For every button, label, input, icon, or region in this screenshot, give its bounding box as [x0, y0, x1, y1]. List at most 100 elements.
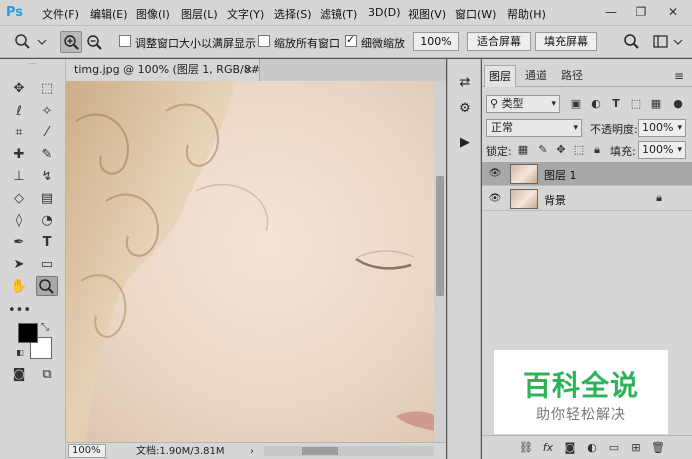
- tab-paths[interactable]: 路径: [556, 65, 588, 87]
- fill-field[interactable]: 100% ▾: [638, 141, 686, 159]
- fit-screen-button[interactable]: 适合屏幕: [467, 32, 531, 51]
- scrubby-zoom-checkbox[interactable]: [345, 33, 357, 47]
- zoom-all-windows-label: 缩放所有窗口: [274, 37, 340, 50]
- eyedropper-tool-icon[interactable]: ⁄: [36, 123, 58, 143]
- menu-type[interactable]: 文字(Y): [227, 6, 264, 22]
- delete-layer-icon[interactable]: 🗑︎: [650, 440, 666, 456]
- pen-tool-icon[interactable]: ✒: [8, 233, 30, 253]
- fill-label: 填充:: [610, 145, 636, 158]
- visibility-eye-icon[interactable]: 👁︎: [488, 192, 502, 206]
- zoom-tool-preset-picker[interactable]: [12, 32, 50, 52]
- document-tab[interactable]: timg.jpg @ 100% (图层 1, RGB/8#) * ×: [66, 59, 273, 81]
- history-brush-tool-icon[interactable]: ↯: [36, 167, 58, 187]
- canvas[interactable]: [66, 81, 434, 442]
- resize-windows-checkbox[interactable]: [119, 35, 131, 47]
- swap-colors-icon[interactable]: ⤡: [38, 321, 52, 335]
- filter-shape-icon[interactable]: ⬚: [628, 96, 644, 112]
- healing-brush-tool-icon[interactable]: ✚: [8, 145, 30, 165]
- vertical-scrollbar[interactable]: [434, 81, 446, 442]
- lock-position-icon[interactable]: ✥: [554, 143, 568, 157]
- chevron-down-icon: ▾: [573, 123, 578, 133]
- filter-type-icon[interactable]: T: [608, 96, 624, 112]
- actions-play-icon[interactable]: ▶: [454, 133, 476, 153]
- adjustment-layer-icon[interactable]: ◐: [584, 440, 600, 456]
- marquee-tool-icon[interactable]: ⬚: [36, 79, 58, 99]
- crop-tool-icon[interactable]: ⌗: [8, 123, 30, 143]
- restore-button[interactable]: ❐: [630, 3, 652, 21]
- horizontal-scroll-thumb[interactable]: [302, 447, 338, 455]
- menu-help[interactable]: 帮助(H): [507, 6, 546, 22]
- gradient-tool-icon[interactable]: ▤: [36, 189, 58, 209]
- hand-tool-icon[interactable]: ✋: [8, 277, 30, 297]
- default-colors-icon[interactable]: ◧: [14, 347, 26, 359]
- blend-mode-select[interactable]: 正常 ▾: [486, 119, 582, 137]
- filter-smart-object-icon[interactable]: ▦: [648, 96, 664, 112]
- horizontal-scrollbar[interactable]: [264, 446, 434, 456]
- layer-name: 图层 1: [544, 169, 577, 182]
- zoom-out-button[interactable]: [83, 31, 105, 53]
- menu-select[interactable]: 选择(S): [274, 6, 312, 22]
- tab-layers[interactable]: 图层: [484, 65, 516, 87]
- search-button[interactable]: [622, 32, 640, 52]
- add-mask-icon[interactable]: ◙: [562, 440, 578, 456]
- photo-image: [66, 81, 434, 442]
- tab-channels[interactable]: 通道: [520, 65, 552, 87]
- history-panel-icon[interactable]: ⇄: [454, 73, 476, 93]
- minimize-button[interactable]: —: [600, 3, 622, 21]
- doc-info-menu-arrow-icon[interactable]: ›: [250, 444, 254, 459]
- rectangle-tool-icon[interactable]: ▭: [36, 255, 58, 275]
- lock-image-icon[interactable]: ✎: [536, 143, 550, 157]
- type-tool-icon[interactable]: T: [36, 233, 58, 253]
- vertical-scroll-thumb[interactable]: [436, 176, 444, 296]
- workspace-switcher[interactable]: [652, 32, 686, 52]
- tools-panel-grip[interactable]: ⋯: [8, 60, 58, 68]
- menu-filter[interactable]: 滤镜(T): [320, 6, 357, 22]
- close-window-button[interactable]: ✕: [662, 3, 684, 21]
- dodge-tool-icon[interactable]: ◔: [36, 211, 58, 231]
- path-selection-tool-icon[interactable]: ➤: [8, 255, 30, 275]
- more-tools-icon[interactable]: •••: [8, 301, 31, 321]
- menu-layer[interactable]: 图层(L): [181, 6, 218, 22]
- filter-pixel-icon[interactable]: ▣: [568, 96, 584, 112]
- screen-mode-icon[interactable]: ⧉: [36, 365, 58, 385]
- zoom-percent-button[interactable]: 100%: [413, 32, 459, 51]
- layer-style-fx-icon[interactable]: fx: [540, 440, 556, 456]
- link-layers-icon[interactable]: ⛓: [518, 440, 534, 456]
- lock-transparent-icon[interactable]: ▦: [516, 143, 530, 157]
- quick-mask-icon[interactable]: ◙: [8, 365, 30, 385]
- fill-screen-button[interactable]: 填充屏幕: [535, 32, 597, 51]
- properties-panel-icon[interactable]: ⚙: [454, 99, 476, 119]
- foreground-color-swatch[interactable]: [18, 323, 38, 343]
- layer-kind-filter[interactable]: ⚲ 类型 ▾: [486, 95, 560, 113]
- status-zoom-field[interactable]: 100%: [68, 444, 106, 458]
- eraser-tool-icon[interactable]: ◇: [8, 189, 30, 209]
- visibility-eye-icon[interactable]: 👁︎: [488, 167, 502, 181]
- new-layer-icon[interactable]: ⊞: [628, 440, 644, 456]
- filter-toggle-icon[interactable]: ●: [670, 96, 686, 112]
- lock-all-icon[interactable]: 🔒︎: [590, 143, 604, 157]
- filter-adjustment-icon[interactable]: ◐: [588, 96, 604, 112]
- opacity-field[interactable]: 100% ▾: [638, 119, 686, 137]
- panel-menu-icon[interactable]: ≡: [670, 65, 688, 87]
- menu-3d[interactable]: 3D(D): [368, 6, 401, 19]
- layer-row-layer1[interactable]: 👁︎ 图层 1: [482, 162, 692, 186]
- watermark-subtitle: 助你轻松解决: [536, 407, 626, 423]
- layer-row-background[interactable]: 👁︎ 背景 🔒︎: [482, 187, 692, 211]
- lock-artboard-icon[interactable]: ⬚: [572, 143, 586, 157]
- menu-image[interactable]: 图像(I): [136, 6, 170, 22]
- menu-file[interactable]: 文件(F): [42, 6, 79, 22]
- zoom-tool-icon[interactable]: [36, 276, 58, 296]
- clone-stamp-tool-icon[interactable]: ⊥: [8, 167, 30, 187]
- brush-tool-icon[interactable]: ✎: [36, 145, 58, 165]
- close-document-button[interactable]: ×: [244, 59, 253, 81]
- lasso-tool-icon[interactable]: ℓ: [8, 102, 30, 122]
- move-tool-icon[interactable]: ✥: [8, 79, 30, 99]
- menu-edit[interactable]: 编辑(E): [90, 6, 128, 22]
- menu-view[interactable]: 视图(V): [408, 6, 446, 22]
- zoom-all-windows-checkbox[interactable]: [258, 35, 270, 47]
- zoom-in-button[interactable]: [60, 31, 82, 53]
- new-group-icon[interactable]: ▭: [606, 440, 622, 456]
- blur-tool-icon[interactable]: ◊: [8, 211, 30, 231]
- menu-window[interactable]: 窗口(W): [455, 6, 496, 22]
- magic-wand-tool-icon[interactable]: ✧: [36, 102, 58, 122]
